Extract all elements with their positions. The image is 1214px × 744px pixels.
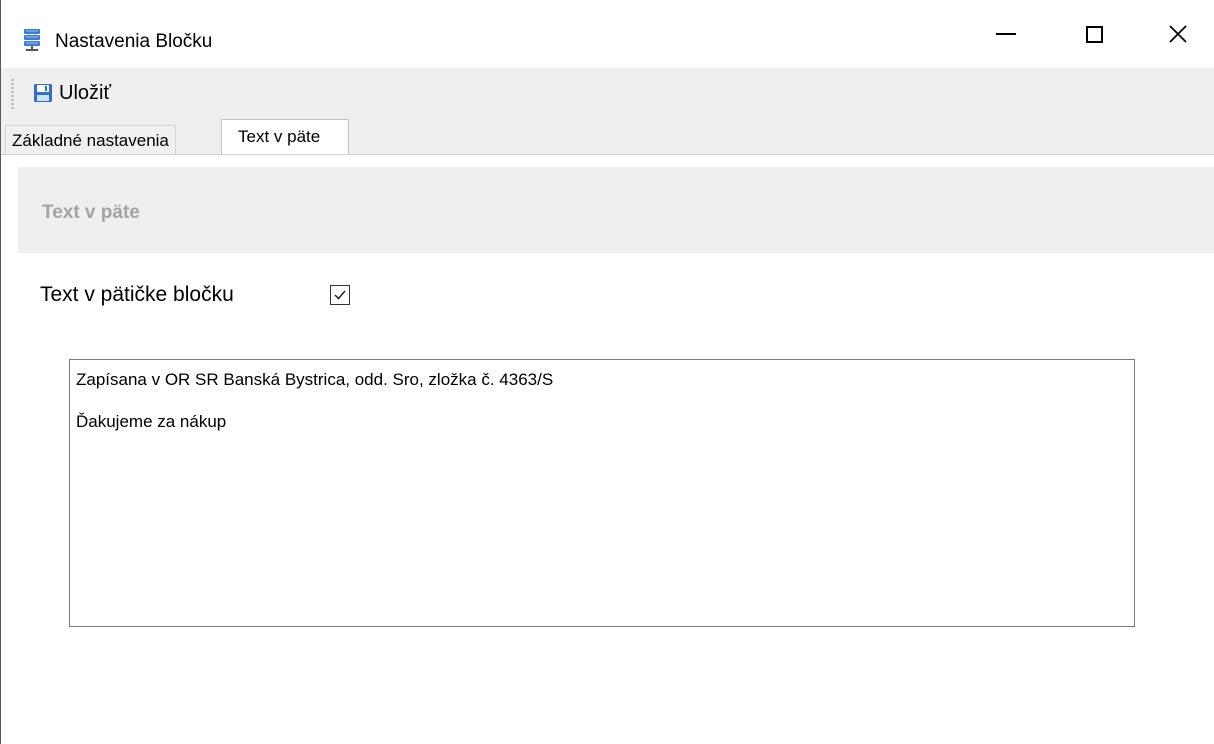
footer-text-line: Zapísana v OR SR Banská Bystrica, odd. S…	[76, 370, 554, 389]
footer-text-area[interactable]: Zapísana v OR SR Banská Bystrica, odd. S…	[69, 359, 1135, 627]
save-button[interactable]: Uložiť	[29, 77, 117, 109]
tab-content-footer-text: Text v päte Text v pätičke bločku Zapísa…	[2, 155, 1214, 744]
close-button[interactable]	[1135, 0, 1214, 68]
maximize-icon	[1085, 25, 1103, 43]
database-icon	[23, 28, 41, 52]
toolbar-grip-handle[interactable]	[11, 78, 14, 110]
footer-text-label: Text v pätičke bločku	[40, 283, 234, 306]
tab-basic-settings[interactable]: Základné nastavenia	[5, 125, 176, 155]
settings-window: Nastavenia Bločku Uložiť Základné nastav…	[0, 0, 1214, 744]
footer-text-line: Ďakujeme za nákup	[76, 412, 227, 431]
minimize-button[interactable]	[963, 0, 1049, 68]
window-title: Nastavenia Bločku	[55, 31, 213, 52]
title-bar[interactable]: Nastavenia Bločku	[1, 0, 1214, 68]
save-button-label: Uložiť	[59, 81, 111, 104]
minimize-icon	[996, 33, 1016, 35]
close-icon	[1168, 24, 1188, 44]
floppy-disk-icon	[34, 84, 52, 102]
maximize-button[interactable]	[1051, 0, 1137, 68]
footer-text-checkbox[interactable]	[330, 285, 350, 305]
section-header: Text v päte	[18, 167, 1214, 253]
tab-footer-text[interactable]: Text v päte	[221, 119, 349, 156]
section-title: Text v päte	[42, 202, 140, 223]
tab-strip: Základné nastavenia Text v päte	[1, 119, 1214, 156]
checkmark-icon	[334, 290, 346, 300]
toolbar: Uložiť	[1, 68, 1214, 119]
